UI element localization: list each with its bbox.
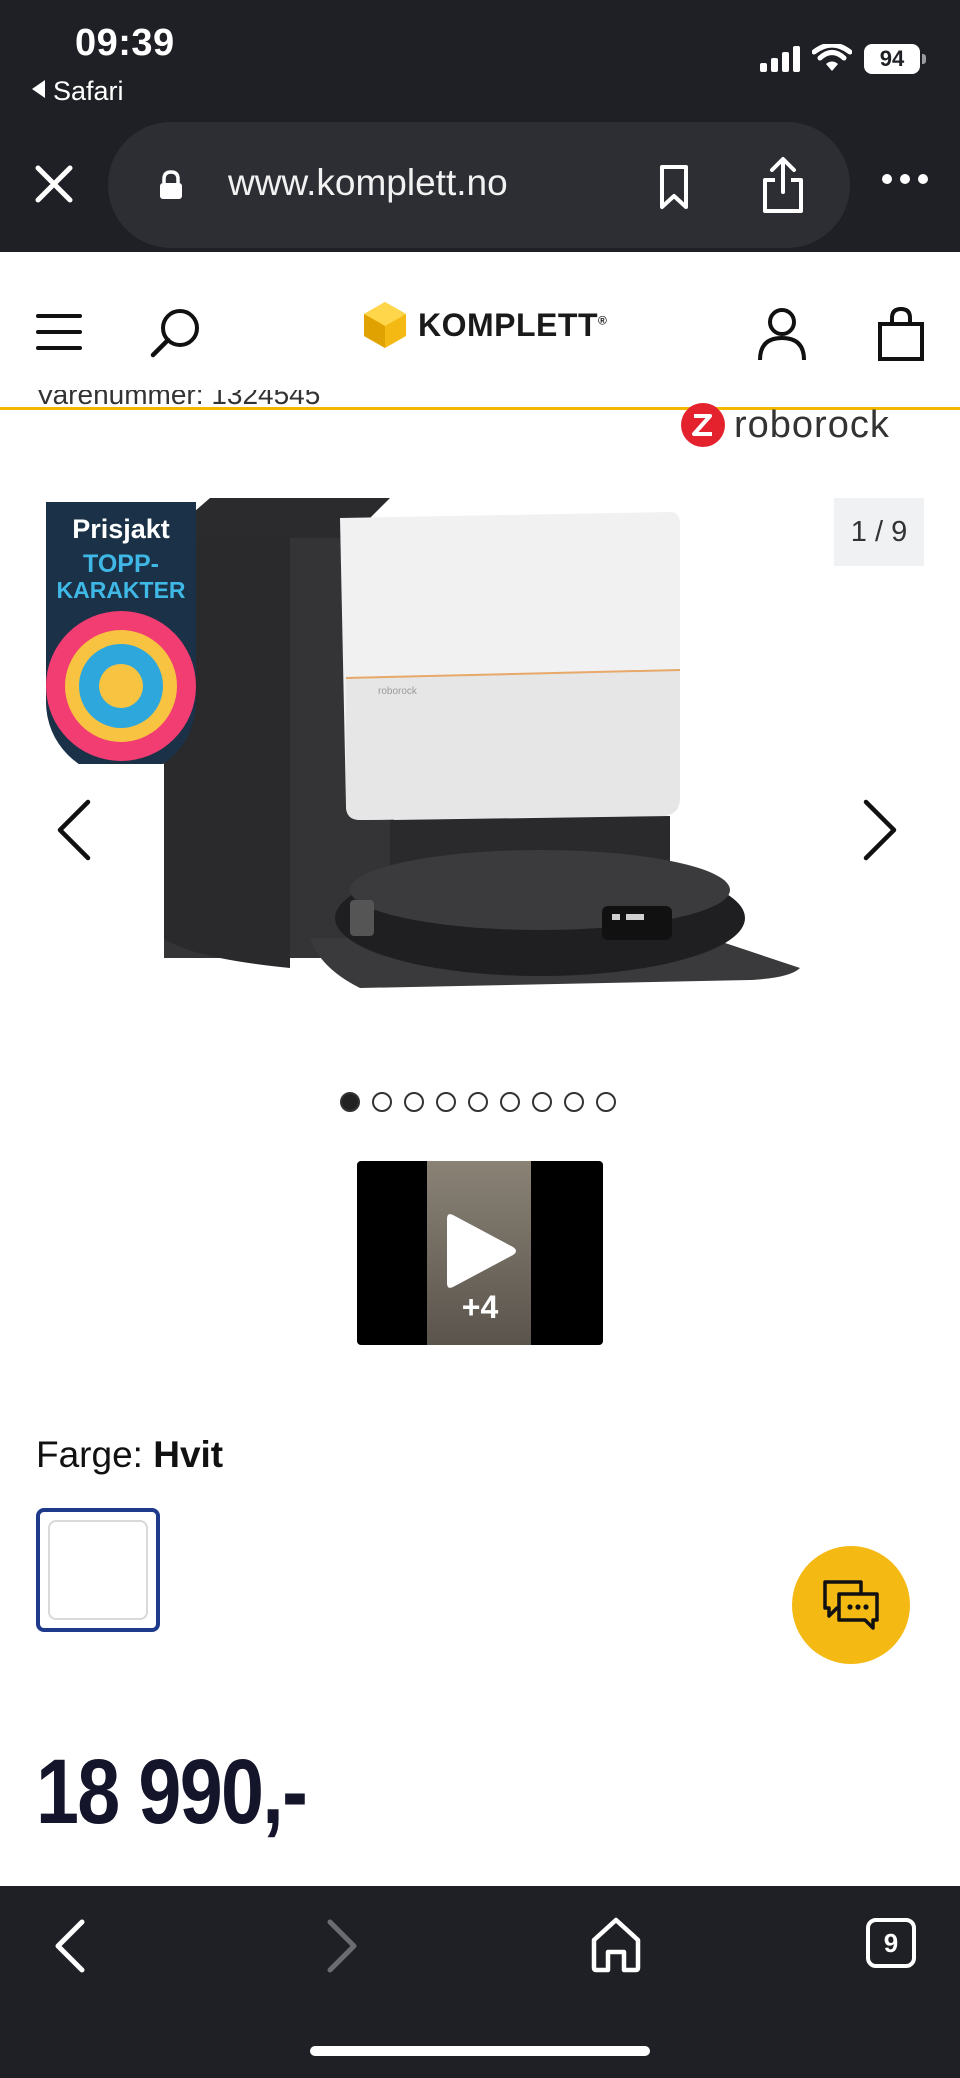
komplett-logo[interactable]: KOMPLETT® [362,300,607,350]
home-icon[interactable] [590,1916,642,1974]
carousel-dot[interactable] [404,1092,424,1112]
product-image[interactable]: roborock [150,498,810,1098]
brand-name: roborock [734,403,890,446]
carousel-dot[interactable] [436,1092,456,1112]
image-counter: 1 / 9 [834,498,924,566]
logo-text: KOMPLETT® [418,306,608,343]
carousel-dot[interactable] [532,1092,552,1112]
cellular-signal-icon [760,46,800,72]
chevron-left-icon[interactable] [54,798,94,862]
tabs-button[interactable]: 9 [866,1918,916,1968]
brand-logo[interactable]: roborock [680,402,890,448]
back-icon[interactable] [50,1916,90,1976]
forward-icon[interactable] [322,1916,362,1976]
carousel-dot[interactable] [596,1092,616,1112]
product-price: 18 990,- [36,1741,308,1843]
roborock-logo-icon [681,403,725,447]
carousel-dot[interactable] [340,1092,360,1112]
color-value: Hvit [153,1434,224,1475]
sku-text: Varenummer: 1324545 [36,390,321,410]
status-bar: 09:39 Safari 94 [0,0,960,120]
chat-icon [823,1580,879,1630]
url-text: www.komplett.no [228,162,508,203]
site-header: KOMPLETT® [0,252,960,410]
carousel-dots [340,1092,616,1112]
video-thumbnail[interactable]: +4 [357,1161,603,1345]
wifi-icon [812,44,852,71]
badge-line-3: KARAKTER [56,577,185,603]
svg-text:roborock: roborock [378,686,418,697]
chat-button[interactable] [792,1546,910,1664]
more-icon[interactable] [882,174,928,184]
bookmark-icon[interactable] [654,164,694,210]
search-icon[interactable] [148,304,204,360]
status-time: 09:39 [75,22,175,64]
carousel-dot[interactable] [500,1092,520,1112]
prisjakt-badge-icon: Prisjakt TOPP- KARAKTER [46,502,196,764]
color-label: Farge: Hvit [36,1434,224,1475]
user-icon[interactable] [756,306,808,362]
close-icon[interactable] [32,162,76,206]
carousel-dot[interactable] [468,1092,488,1112]
browser-toolbar: www.komplett.no [0,120,960,252]
chevron-right-icon[interactable] [860,798,900,862]
browser-bottom-toolbar: 9 [0,1886,960,2078]
carousel-dot[interactable] [564,1092,584,1112]
lock-icon [160,170,182,199]
more-media-count: +4 [461,1289,499,1325]
address-bar[interactable]: www.komplett.no [108,122,850,248]
back-triangle-icon [32,80,45,98]
shopping-bag-icon[interactable] [876,306,926,362]
share-icon[interactable] [758,156,808,214]
back-to-app-link[interactable]: Safari [32,76,124,107]
komplett-logo-mark-icon [364,302,406,348]
play-icon [447,1214,516,1288]
home-indicator [310,2046,650,2056]
color-swatch-white[interactable] [36,1508,160,1632]
back-app-label: Safari [53,76,124,106]
carousel-dot[interactable] [372,1092,392,1112]
status-icons: 94 [760,44,926,74]
battery-indicator: 94 [864,44,926,74]
badge-line-2: TOPP- [83,550,159,578]
badge-line-1: Prisjakt [72,514,170,544]
product-gallery[interactable]: roborock Prisjakt TOPP- KARAKTER 1 / 9 [0,480,960,1120]
hamburger-icon[interactable] [36,314,82,350]
